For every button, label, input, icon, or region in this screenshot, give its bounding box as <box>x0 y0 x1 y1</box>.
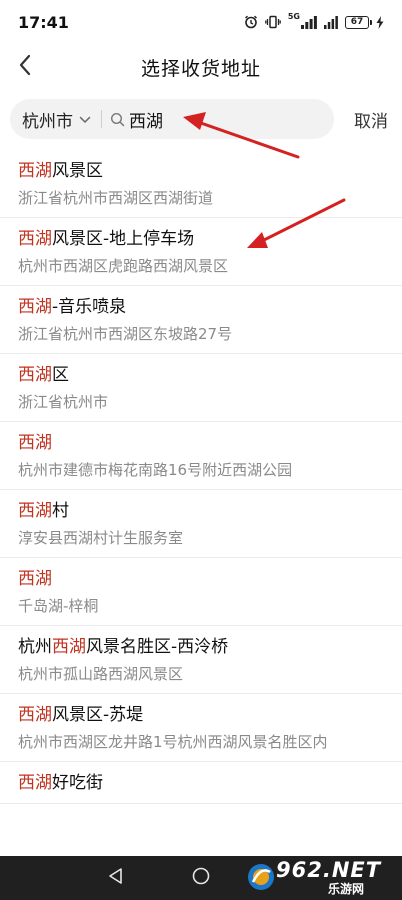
result-name-highlight: 西湖 <box>18 705 52 725</box>
result-name: 西湖风景区-地上停车场 <box>18 226 384 252</box>
result-name-highlight: 西湖 <box>18 229 52 249</box>
result-address: 浙江省杭州市西湖区西湖街道 <box>18 189 214 207</box>
network-type-label: 5G <box>287 12 300 21</box>
result-name: 西湖风景区 <box>18 158 384 184</box>
result-address: 杭州市西湖区虎跑路西湖风景区 <box>18 257 229 275</box>
battery-indicator: 67 <box>345 15 372 29</box>
result-name: 西湖 <box>18 430 384 456</box>
watermark: 962.NET 乐游网 <box>246 858 396 898</box>
result-name-highlight: 西湖 <box>52 637 86 657</box>
page-title: 选择收货地址 <box>140 57 261 80</box>
result-name: 西湖好吃街 <box>18 770 384 796</box>
list-item[interactable]: 西湖风景区浙江省杭州市西湖区西湖街道 <box>0 150 402 218</box>
result-name-highlight: 西湖 <box>18 365 52 385</box>
header: 选择收货地址 <box>0 44 402 90</box>
list-item[interactable]: 西湖区浙江省杭州市 <box>0 354 402 422</box>
result-name: 杭州西湖风景名胜区-西泠桥 <box>18 634 384 660</box>
search-input[interactable] <box>129 109 309 129</box>
result-name-suffix: 村 <box>52 501 69 521</box>
search-divider <box>101 110 102 128</box>
result-name-suffix: -音乐喷泉 <box>52 297 127 317</box>
back-button[interactable] <box>8 50 42 84</box>
watermark-site: 乐游网 <box>328 882 365 896</box>
result-name-suffix: 风景区-苏堤 <box>52 705 144 725</box>
result-name-highlight: 西湖 <box>18 297 52 317</box>
result-address: 杭州市建德市梅花南路16号附近西湖公园 <box>18 461 293 479</box>
nav-back-button[interactable] <box>104 866 128 890</box>
status-bar: 17:41 5G 67 <box>0 0 402 44</box>
result-name-highlight: 西湖 <box>18 501 52 521</box>
result-address: 浙江省杭州市西湖区东坡路27号 <box>18 325 233 343</box>
result-name-highlight: 西湖 <box>18 773 52 793</box>
result-list[interactable]: 西湖风景区 浙江省杭州市西湖区西湖街道 西湖风景区-地上停车场 杭州市西湖区虎跑路西湖… <box>0 150 402 856</box>
result-name-highlight: 西湖 <box>18 161 52 181</box>
status-icons: 5G 67 <box>244 12 384 29</box>
triangle-back-icon <box>107 867 125 889</box>
city-selector[interactable]: 杭州市 <box>22 107 91 132</box>
city-label: 杭州市 <box>22 111 73 132</box>
nav-home-button[interactable] <box>189 866 213 890</box>
result-name: 西湖村 <box>18 498 384 524</box>
alarm-icon <box>244 15 258 29</box>
chevron-left-icon <box>18 54 32 80</box>
list-item[interactable]: 西湖村淳安县西湖村计生服务室 <box>0 490 402 558</box>
list-item[interactable]: 西湖风景区-地上停车场杭州市西湖区虎跑路西湖风景区 <box>0 218 402 286</box>
result-name-suffix: 区 <box>52 365 69 385</box>
list-item[interactable]: 西湖风景区-苏堤杭州市西湖区龙井路1号杭州西湖风景名胜区内 <box>0 694 402 762</box>
result-name-suffix: 风景区-地上停车场 <box>52 229 195 249</box>
result-name-suffix: 好吃街 <box>52 773 103 793</box>
result-address: 浙江省杭州市 <box>18 393 109 411</box>
circle-home-icon <box>192 867 210 889</box>
result-name: 西湖 <box>18 566 384 592</box>
result-address: 千岛湖-梓桐 <box>18 597 99 615</box>
search-row: 杭州市 取消 <box>10 99 392 139</box>
watermark-brand: 962.NET <box>276 858 382 882</box>
search-icon <box>110 112 125 127</box>
result-name: 西湖-音乐喷泉 <box>18 294 384 320</box>
charging-icon <box>376 15 384 29</box>
result-name: 西湖风景区-苏堤 <box>18 702 384 728</box>
list-item[interactable]: 西湖千岛湖-梓桐 <box>0 558 402 626</box>
list-item[interactable]: 杭州西湖风景名胜区-西泠桥杭州市孤山路西湖风景区 <box>0 626 402 694</box>
result-address: 杭州市孤山路西湖风景区 <box>18 665 184 683</box>
result-name-suffix: 风景名胜区-西泠桥 <box>86 637 229 657</box>
result-name-highlight: 西湖 <box>18 433 52 453</box>
result-name-suffix: 风景区 <box>52 161 103 181</box>
signal-icon <box>301 15 317 29</box>
watermark-logo-icon <box>248 864 274 890</box>
result-address: 淳安县西湖村计生服务室 <box>18 529 184 547</box>
chevron-down-icon <box>79 109 91 129</box>
cancel-button[interactable]: 取消 <box>354 107 392 132</box>
status-time: 17:41 <box>18 12 69 32</box>
result-name-prefix: 杭州 <box>18 637 52 657</box>
list-item[interactable]: 西湖杭州市建德市梅花南路16号附近西湖公园 <box>0 422 402 490</box>
result-name-highlight: 西湖 <box>18 569 52 589</box>
list-item[interactable]: 西湖-音乐喷泉浙江省杭州市西湖区东坡路27号 <box>0 286 402 354</box>
list-item[interactable]: 西湖好吃街 <box>0 762 402 804</box>
signal-icon-secondary <box>324 15 338 29</box>
search-box: 杭州市 <box>10 99 334 139</box>
result-name: 西湖区 <box>18 362 384 388</box>
vibrate-icon <box>265 15 281 29</box>
result-address: 杭州市西湖区龙井路1号杭州西湖风景名胜区内 <box>18 733 328 751</box>
